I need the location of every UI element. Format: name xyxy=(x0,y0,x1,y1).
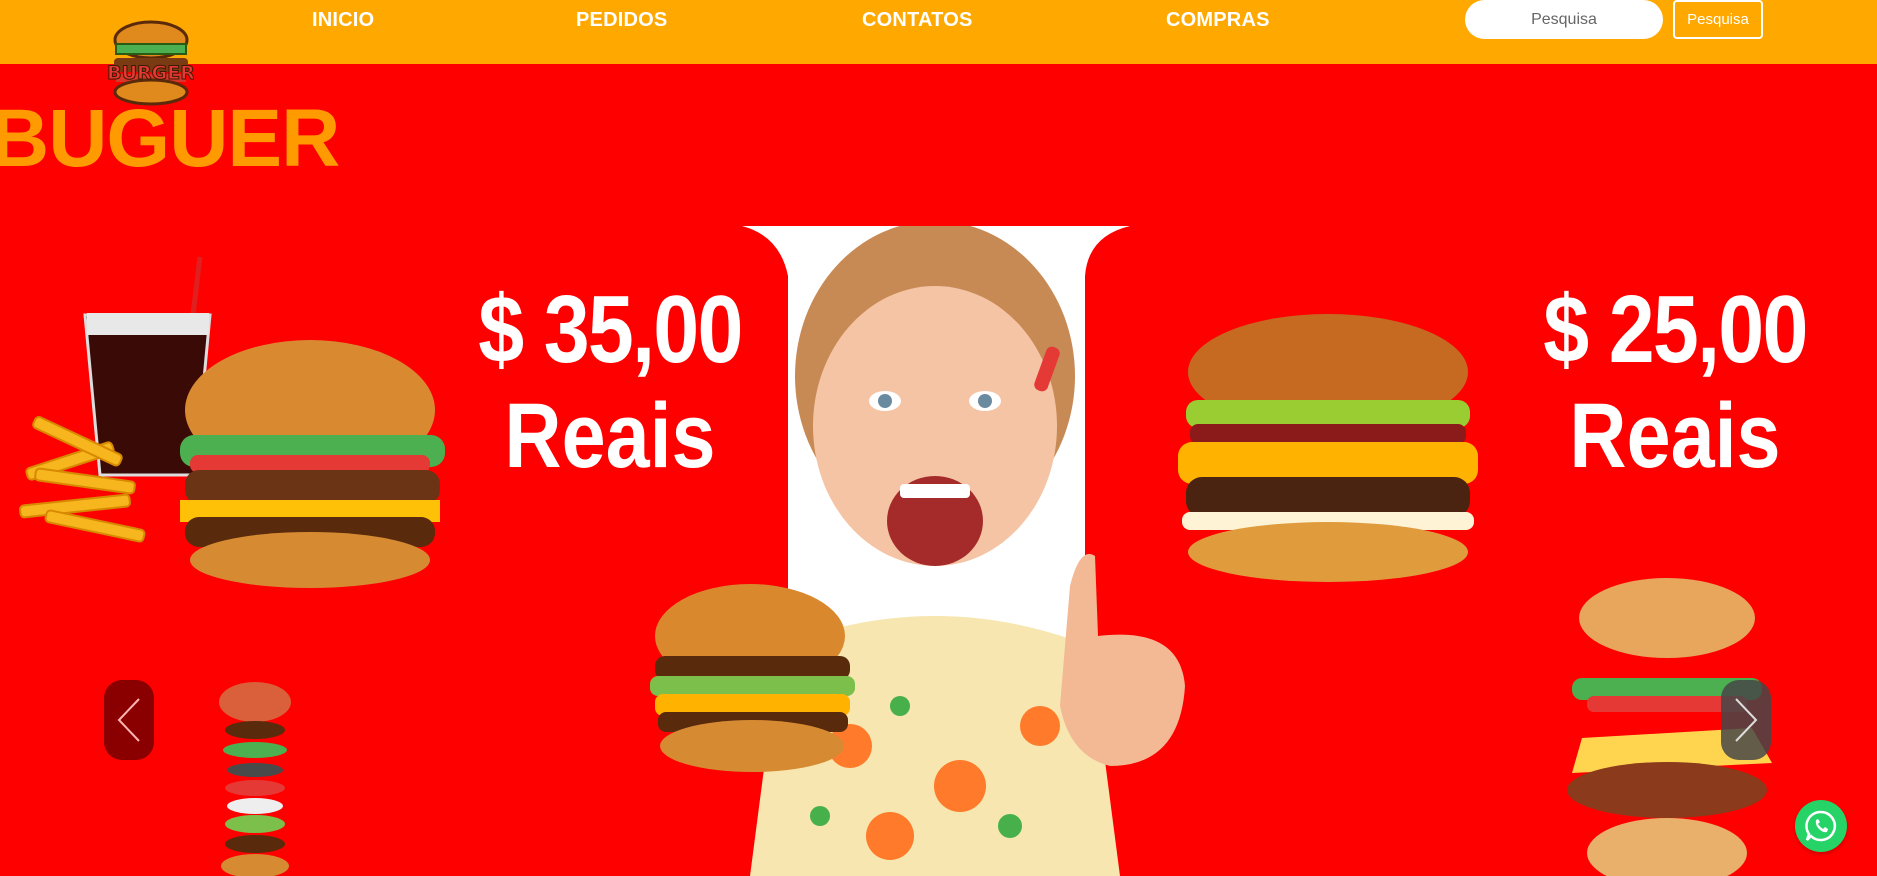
nav-link-contatos[interactable]: CONTATOS xyxy=(862,9,973,32)
search-input[interactable] xyxy=(1465,0,1663,39)
nav-link-inicio[interactable]: INICIO xyxy=(312,9,374,32)
child-with-burger-image xyxy=(650,226,1185,876)
search-button[interactable]: Pesquisa xyxy=(1673,0,1763,39)
stacked-burger-image xyxy=(219,682,291,876)
price-unit: Reais xyxy=(1569,385,1781,487)
top-navbar: INICIO PEDIDOS CONTATOS COMPRAS Pesquisa xyxy=(0,0,1877,64)
chevron-left-icon xyxy=(117,698,140,742)
promo-price-right: $ 25,00 Reais xyxy=(1515,282,1835,487)
chevron-right-icon xyxy=(1735,698,1758,742)
price-value: $ 25,00 xyxy=(1543,276,1808,383)
whatsapp-button[interactable] xyxy=(1795,800,1847,852)
logo-text: BURGER xyxy=(108,62,194,84)
nav-link-compras[interactable]: COMPRAS xyxy=(1166,9,1270,32)
carousel-next-button[interactable] xyxy=(1721,680,1771,760)
nav-link-pedidos[interactable]: PEDIDOS xyxy=(576,9,667,32)
carousel-prev-button[interactable] xyxy=(104,680,154,760)
whatsapp-icon xyxy=(1805,810,1837,842)
burger-logo[interactable]: BURGER xyxy=(108,18,194,108)
cheeseburger-image xyxy=(1178,314,1478,582)
combo-meal-image xyxy=(19,256,445,588)
